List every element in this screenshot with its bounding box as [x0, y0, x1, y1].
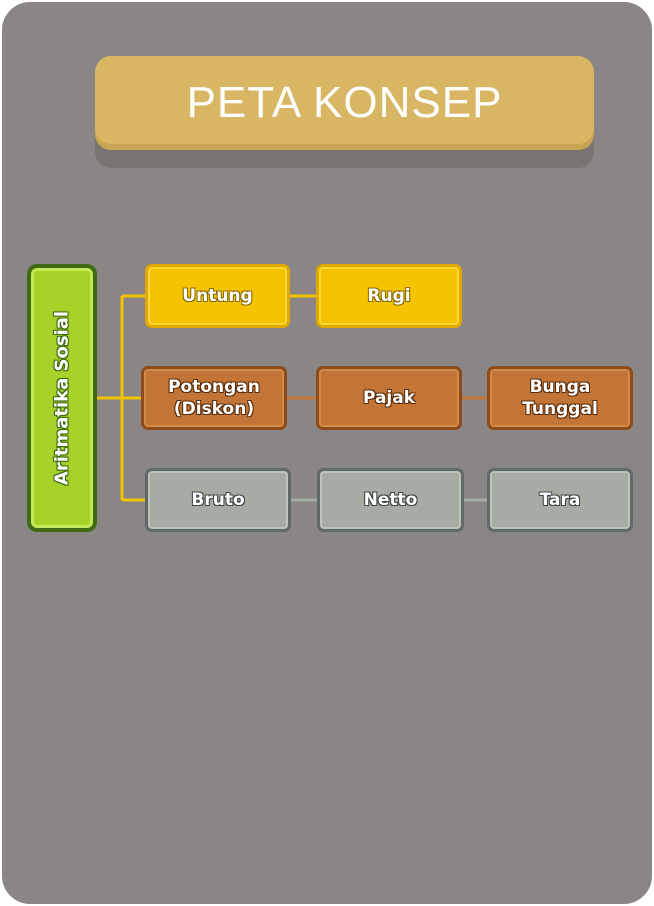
node-pajak: Pajak [316, 366, 462, 430]
root-node-aritmatika-sosial: Aritmatika Sosial [27, 264, 97, 532]
node-potongan-diskon: Potongan (Diskon) [141, 366, 287, 430]
node-bunga-tunggal: Bunga Tunggal [487, 366, 633, 430]
node-untung: Untung [145, 264, 290, 328]
node-label: Tara [539, 489, 581, 510]
connector-lines [97, 294, 488, 502]
node-label-line2: Tunggal [522, 399, 598, 419]
root-node-label: Aritmatika Sosial [51, 310, 73, 486]
node-label: Pajak [362, 387, 416, 408]
node-label: Bruto [191, 489, 245, 510]
node-label: Rugi [367, 285, 411, 306]
node-label: Netto [363, 489, 418, 510]
node-rugi: Rugi [316, 264, 462, 328]
node-bruto: Bruto [145, 468, 291, 532]
node-label-line1: Potongan [168, 376, 260, 397]
node-label: Untung [182, 285, 253, 306]
node-netto: Netto [317, 468, 464, 532]
node-label-line1: Bunga [529, 376, 591, 397]
node-label-line2: (Diskon) [173, 399, 255, 419]
node-tara: Tara [487, 468, 633, 532]
